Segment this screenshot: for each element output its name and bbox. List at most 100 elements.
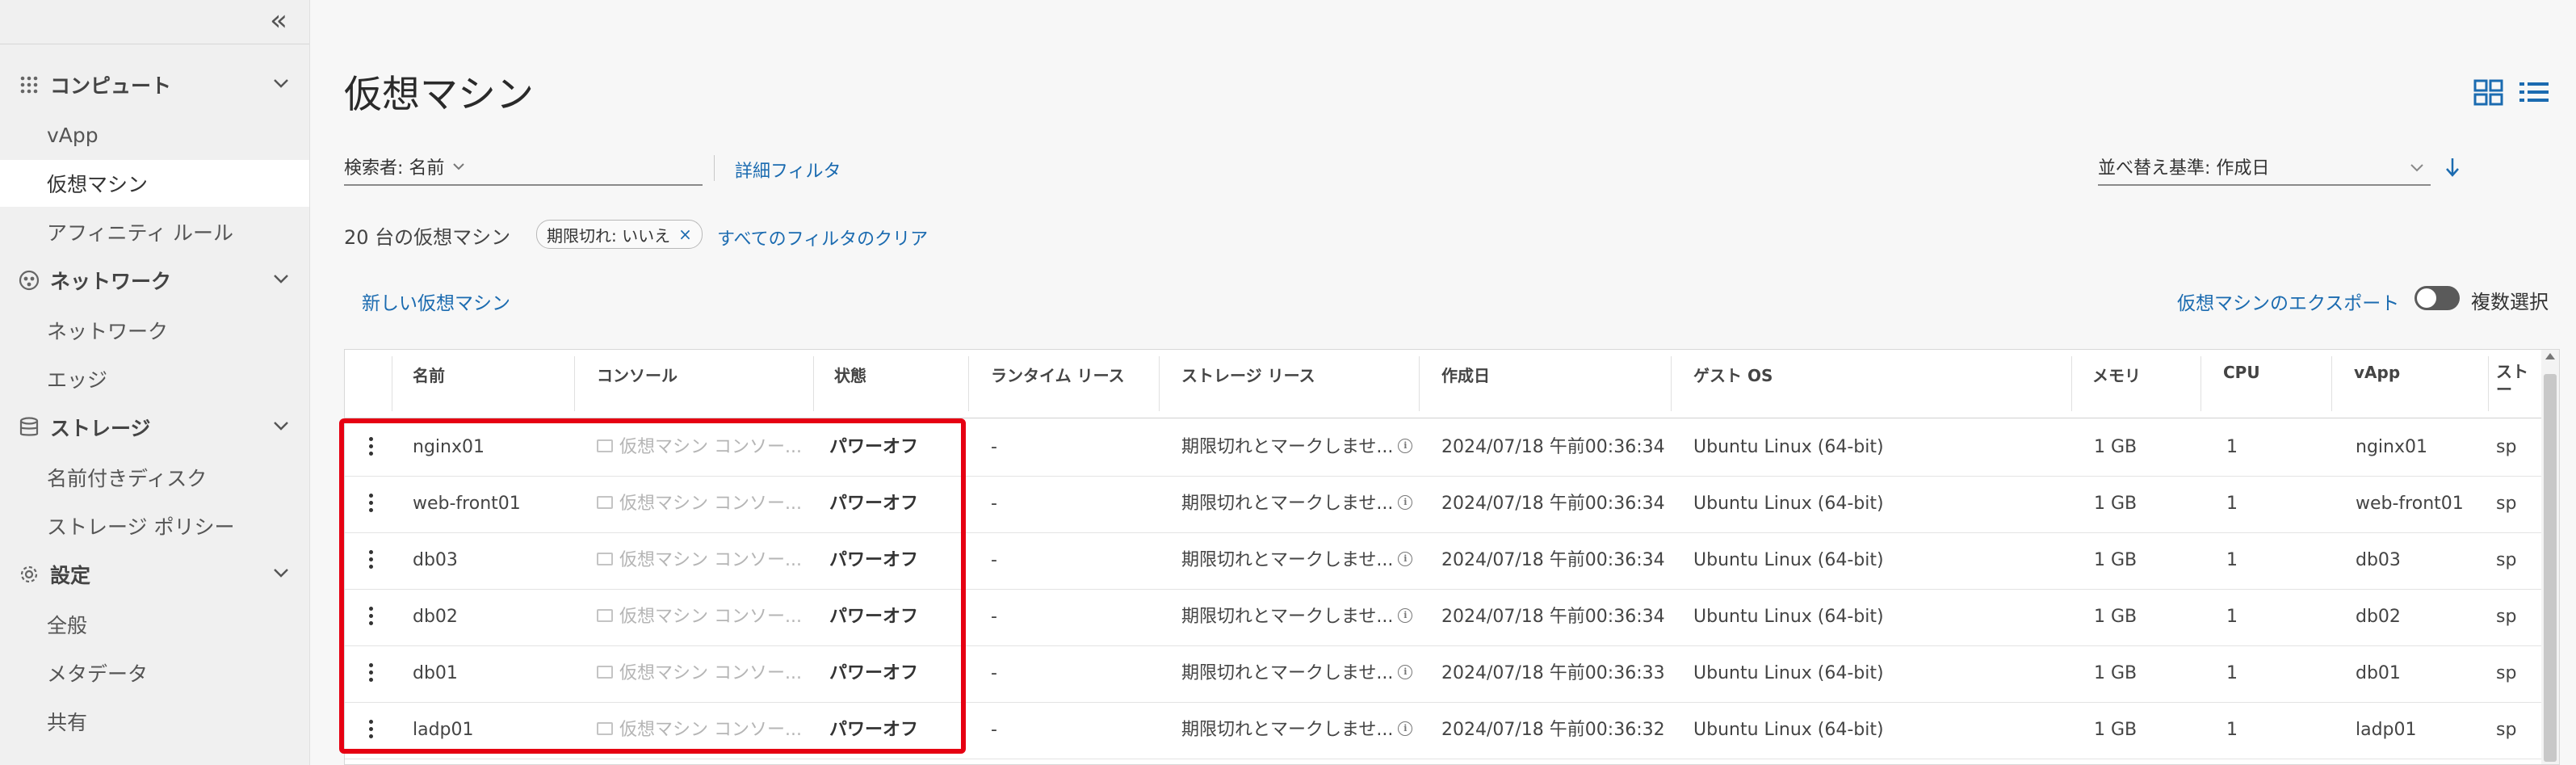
- sidebar-item-sharing[interactable]: 共有: [0, 698, 309, 745]
- vm-name-link[interactable]: db01: [413, 645, 566, 702]
- storage-icon: [18, 416, 40, 439]
- sidebar-item-metadata[interactable]: メタデータ: [0, 649, 309, 696]
- row-actions-icon[interactable]: [361, 603, 380, 631]
- network-icon: [18, 269, 40, 292]
- table-row[interactable]: web-front01 仮想マシン コンソー... パワーオフ - 期限切れとマ…: [345, 476, 2559, 533]
- vm-console-cell[interactable]: 仮想マシン コンソー...: [597, 702, 807, 759]
- sidebar-item-storage-policy[interactable]: ストレージ ポリシー: [0, 502, 309, 549]
- vm-runtime-lease: -: [991, 494, 997, 514]
- sort-direction-icon[interactable]: [2439, 153, 2466, 181]
- sidebar-item-affinity-rules[interactable]: アフィニティ ルール: [0, 208, 309, 255]
- info-icon[interactable]: i: [1398, 721, 1413, 736]
- table-row[interactable]: db02 仮想マシン コンソー... パワーオフ - 期限切れとマークしませ..…: [345, 589, 2559, 646]
- sidebar-item-general[interactable]: 全般: [0, 601, 309, 648]
- sidebar-section-compute[interactable]: コンピュート: [0, 61, 309, 108]
- sidebar-item-network[interactable]: ネットワーク: [0, 307, 309, 354]
- vm-name-link[interactable]: ladp01: [413, 702, 566, 759]
- vm-storage-policy: sp: [2496, 494, 2517, 514]
- column-header-console[interactable]: コンソール: [597, 363, 678, 386]
- filter-chip: 期限切れ: いいえ ×: [536, 220, 703, 249]
- column-header-guest-os[interactable]: ゲスト OS: [1693, 363, 1773, 386]
- info-icon[interactable]: i: [1398, 439, 1413, 453]
- scrollbar-thumb[interactable]: [2544, 374, 2557, 762]
- vm-storage-lease-label: 期限切れとマークしませ...: [1181, 607, 1394, 627]
- column-divider: [1159, 356, 1160, 411]
- column-header-cpu[interactable]: CPU: [2223, 363, 2260, 382]
- vm-storage-policy: sp: [2496, 437, 2517, 457]
- sidebar-section-network[interactable]: ネットワーク: [0, 257, 309, 304]
- grid-header: 名前 コンソール 状態 ランタイム リース ストレージ リース 作成日 ゲスト …: [345, 350, 2559, 418]
- table-row[interactable]: nginx01 仮想マシン コンソー... パワーオフ - 期限切れとマークしま…: [345, 419, 2559, 477]
- column-divider: [1419, 356, 1420, 411]
- table-row[interactable]: db03 仮想マシン コンソー... パワーオフ - 期限切れとマークしませ..…: [345, 532, 2559, 590]
- collapse-sidebar-button[interactable]: «: [261, 3, 296, 39]
- table-row[interactable]: db01 仮想マシン コンソー... パワーオフ - 期限切れとマークしませ..…: [345, 645, 2559, 703]
- column-header-storage-policy[interactable]: スト ー: [2496, 363, 2528, 398]
- column-header-created[interactable]: 作成日: [1441, 363, 1490, 386]
- vm-console-cell[interactable]: 仮想マシン コンソー...: [597, 419, 807, 476]
- vm-name-link[interactable]: nginx01: [413, 419, 566, 476]
- row-actions-icon[interactable]: [361, 490, 380, 518]
- column-divider: [813, 356, 814, 411]
- sort-select[interactable]: 並べ替え基準: 作成日: [2098, 149, 2431, 186]
- toggle-knob: [2417, 288, 2436, 308]
- vm-name-link[interactable]: db02: [413, 589, 566, 645]
- column-header-memory[interactable]: メモリ: [2092, 363, 2141, 386]
- vm-state: パワーオフ: [829, 550, 919, 570]
- export-vm-button[interactable]: 仮想マシンのエクスポート: [2177, 288, 2399, 315]
- chevron-down-icon: [453, 163, 465, 170]
- monitor-icon: [597, 496, 613, 509]
- chevron-down-icon: [274, 79, 288, 88]
- column-header-vapp[interactable]: vApp: [2354, 363, 2400, 382]
- info-icon[interactable]: i: [1398, 665, 1413, 679]
- sort-select-label: 並べ替え基準: 作成日: [2098, 158, 2270, 179]
- vm-console-cell[interactable]: 仮想マシン コンソー...: [597, 532, 807, 589]
- info-icon[interactable]: i: [1398, 552, 1413, 566]
- vm-cpu: 1: [2226, 663, 2238, 683]
- vm-cpu: 1: [2226, 550, 2238, 570]
- vm-name-link[interactable]: web-front01: [413, 476, 566, 532]
- sidebar-item-vapp[interactable]: vApp: [0, 111, 309, 158]
- vm-runtime-lease: -: [991, 550, 997, 570]
- vm-storage-lease-label: 期限切れとマークしませ...: [1181, 437, 1394, 457]
- vm-console-cell[interactable]: 仮想マシン コンソー...: [597, 476, 807, 532]
- monitor-icon: [597, 553, 613, 565]
- list-view-icon[interactable]: [2518, 78, 2550, 108]
- scroll-up-icon[interactable]: [2545, 353, 2555, 359]
- info-icon[interactable]: i: [1398, 495, 1413, 510]
- multi-select-toggle[interactable]: [2414, 286, 2460, 310]
- table-row[interactable]: ladp01 仮想マシン コンソー... パワーオフ - 期限切れとマークしませ…: [345, 702, 2559, 759]
- column-header-name[interactable]: 名前: [413, 363, 445, 386]
- search-field[interactable]: 検索者: 名前: [344, 149, 703, 186]
- card-view-icon[interactable]: [2473, 78, 2505, 108]
- sidebar-section-settings[interactable]: 設定: [0, 551, 309, 598]
- close-icon[interactable]: ×: [678, 225, 692, 244]
- vm-storage-lease: 期限切れとマークしませ... i: [1181, 532, 1416, 589]
- column-header-state[interactable]: 状態: [834, 363, 866, 386]
- vm-console-cell[interactable]: 仮想マシン コンソー...: [597, 589, 807, 645]
- sidebar-section-storage[interactable]: ストレージ: [0, 404, 309, 451]
- vm-vapp: db01: [2356, 663, 2401, 683]
- vm-state: パワーオフ: [829, 663, 919, 683]
- advanced-filter-link[interactable]: 詳細フィルタ: [735, 157, 841, 183]
- vertical-scrollbar[interactable]: [2541, 350, 2559, 764]
- vm-storage-lease: 期限切れとマークしませ... i: [1181, 476, 1416, 532]
- row-actions-icon[interactable]: [361, 660, 380, 687]
- row-actions-icon[interactable]: [361, 434, 380, 461]
- new-vm-button[interactable]: 新しい仮想マシン: [362, 288, 510, 315]
- info-icon[interactable]: i: [1398, 608, 1413, 623]
- vm-state: パワーオフ: [829, 720, 919, 740]
- vm-vapp: db02: [2356, 607, 2401, 627]
- row-actions-icon[interactable]: [361, 717, 380, 744]
- vm-memory: 1 GB: [2094, 437, 2138, 457]
- column-header-storage-lease[interactable]: ストレージ リース: [1181, 363, 1315, 386]
- clear-all-filters-link[interactable]: すべてのフィルタのクリア: [717, 225, 928, 250]
- sidebar-item-edge[interactable]: エッジ: [0, 355, 309, 402]
- sidebar-item-virtual-machines[interactable]: 仮想マシン: [0, 160, 309, 207]
- vm-console-cell[interactable]: 仮想マシン コンソー...: [597, 645, 807, 702]
- vm-name-link[interactable]: db03: [413, 532, 566, 589]
- vm-storage-lease: 期限切れとマークしませ... i: [1181, 645, 1416, 702]
- sidebar-item-named-disks[interactable]: 名前付きディスク: [0, 454, 309, 501]
- row-actions-icon[interactable]: [361, 547, 380, 574]
- column-header-runtime-lease[interactable]: ランタイム リース: [991, 363, 1125, 386]
